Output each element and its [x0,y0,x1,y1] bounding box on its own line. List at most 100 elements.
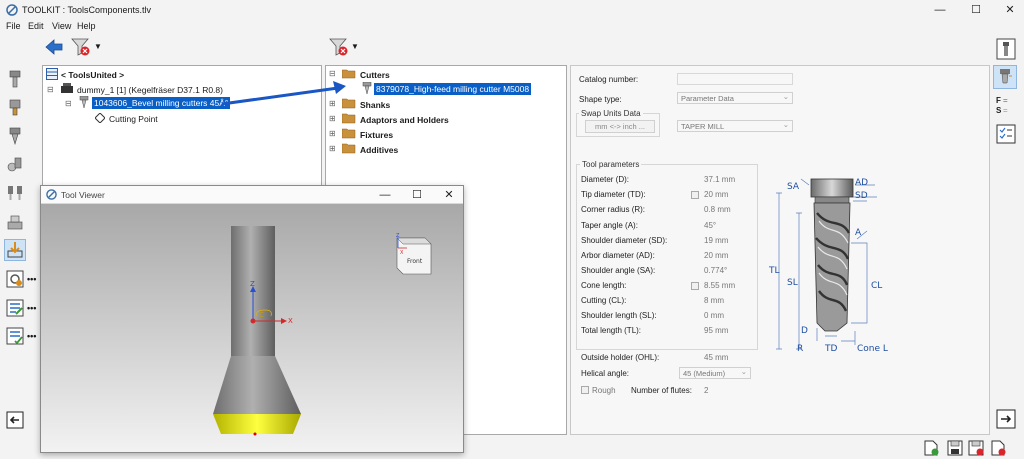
param-value-sa[interactable]: 0.774° [704,266,727,275]
shape-type-label: Shape type: [579,95,622,104]
flutes-label: Number of flutes: [631,386,692,395]
filter-clear-icon[interactable] [70,37,92,57]
mill-type-select[interactable]: TAPER MILL [677,119,793,132]
settings-more-icon[interactable]: ••• [27,274,36,284]
tool-list-edit-button[interactable] [4,297,26,319]
menu-edit[interactable]: Edit [28,21,44,31]
tool-settings-button[interactable] [4,268,26,290]
param-value-cone[interactable]: 8.55 mm [704,281,735,290]
filter-dropdown-icon[interactable]: ▼ [94,42,102,51]
shanks-expand-icon[interactable]: ⊞ [329,99,336,108]
list-edit-more-icon[interactable]: ••• [27,303,36,313]
catalog-number-field[interactable] [677,73,793,85]
dim-ad-label: AD [855,178,868,188]
mill-cutter-icon [362,82,372,95]
menu-view[interactable]: View [52,21,71,31]
maximize-button[interactable]: ☐ [964,2,988,18]
tool-viewer-window[interactable]: Tool Viewer — ☐ ✕ Z X C Front Z X [40,185,464,453]
cutter-icon [79,96,89,109]
tool-checklist-button[interactable] [4,325,26,347]
tool-drill-button[interactable] [4,125,26,147]
tool-dimension-diagram: SA AD SD TL SL A CL D R TD Cone L [768,178,888,354]
menu-help[interactable]: Help [77,21,96,31]
viewer-minimize-button[interactable]: — [373,187,397,203]
additives-expand-icon[interactable]: ⊞ [329,144,336,153]
param-value-sd[interactable]: 19 mm [704,236,728,245]
viewer-titlebar[interactable]: Tool Viewer — ☐ ✕ [41,186,463,204]
properties-panel: Catalog number: Shape type: Parameter Da… [570,65,990,435]
catalog-filter-dropdown-icon[interactable]: ▼ [351,42,359,51]
tool-view-button[interactable] [993,65,1017,89]
ohl-value[interactable]: 45 mm [704,353,728,362]
rough-checkbox[interactable] [581,386,589,394]
collapse-right-button[interactable] [996,409,1016,429]
left-toolbar: ••• ••• ••• [0,62,38,437]
param-value-a[interactable]: 45° [704,221,716,230]
viewer-app-icon [46,189,57,200]
tree-root[interactable]: < ToolsUnited > [61,70,124,80]
tool-pair-button[interactable] [4,182,26,204]
tree-collapse-icon[interactable]: ⊟ [47,85,54,94]
catalog-additives[interactable]: Additives [360,145,398,155]
viewer-3d-canvas[interactable]: Z X C Front Z X [41,204,463,452]
swap-units-button[interactable]: mm <-> inch ... [585,120,655,133]
menu-file[interactable]: File [6,21,21,31]
checklist-more-icon[interactable]: ••• [27,331,36,341]
folder-open-icon [342,69,356,79]
param-value-d[interactable]: 37.1 mm [704,175,735,184]
tool-fixture-button[interactable] [4,211,26,233]
minimize-button[interactable]: — [928,2,952,18]
save-icon[interactable] [947,440,963,456]
fs-toggle-button[interactable]: F = S = [996,96,1016,116]
tool-shank-button[interactable] [4,68,26,90]
param-value-ad[interactable]: 20 mm [704,251,728,260]
helical-select[interactable]: 45 (Medium) [679,366,751,379]
adaptors-expand-icon[interactable]: ⊞ [329,114,336,123]
catalog-shanks[interactable]: Shanks [360,100,390,110]
tree-collapse-icon-2[interactable]: ⊟ [65,99,72,108]
viewer-axis-z: Z [250,280,255,288]
tip-diameter-checkbox[interactable] [691,191,699,199]
catalog-fixtures[interactable]: Fixtures [360,130,393,140]
param-label-td: Tip diameter (TD): [581,190,646,199]
tool-holder-button[interactable] [4,97,26,119]
shape-type-select[interactable]: Parameter Data [677,91,793,104]
ohl-label: Outside holder (OHL): [581,353,660,362]
collapse-left-button[interactable] [4,409,26,431]
tree-cutting-point[interactable]: Cutting Point [109,114,158,124]
cone-length-checkbox[interactable] [691,282,699,290]
back-arrow-icon[interactable] [44,38,64,56]
tree-tool-selected[interactable]: 1043606_Bevel milling cutters 45Â° [92,97,231,109]
cutters-collapse-icon[interactable]: ⊟ [329,69,336,78]
view-cube-z-label: Z [396,233,400,239]
catalog-cutters[interactable]: Cutters [360,70,390,80]
view-cube[interactable]: Front Z X [396,233,432,275]
param-value-r[interactable]: 0.8 mm [704,205,731,214]
viewer-axis-x: X [288,317,293,325]
rough-label[interactable]: Rough [592,386,616,395]
export-icon[interactable] [990,440,1006,456]
param-label-sa: Shoulder angle (SA): [581,266,656,275]
tool-import-button[interactable] [4,239,26,261]
tool-assembly-button[interactable] [4,154,26,176]
tree-assembly[interactable]: dummy_1 [1] (Kegelfräser D37.1 R0.8) [77,85,223,95]
title-bar: TOOLKIT : ToolsComponents.tlv — ☐ ✕ [0,0,1024,20]
menu-bar: File Edit View Help [0,20,1024,34]
s-label: S [996,106,1002,115]
param-value-tl[interactable]: 95 mm [704,326,728,335]
fixtures-expand-icon[interactable]: ⊞ [329,129,336,138]
close-button[interactable]: ✕ [998,2,1022,18]
catalog-filter-clear-icon[interactable] [328,37,350,57]
param-value-sl[interactable]: 0 mm [704,311,724,320]
viewer-close-button[interactable]: ✕ [437,187,461,203]
checklist-view-button[interactable] [996,124,1016,144]
tool-info-icon[interactable] [996,38,1016,60]
catalog-adaptors[interactable]: Adaptors and Holders [360,115,449,125]
new-file-icon[interactable] [923,440,939,456]
param-value-cl[interactable]: 8 mm [704,296,724,305]
viewer-maximize-button[interactable]: ☐ [405,187,429,203]
catalog-selected-cutter[interactable]: 8379078_High-feed milling cutter M5008 [374,83,532,95]
save-as-icon[interactable] [968,440,984,456]
param-value-td[interactable]: 20 mm [704,190,728,199]
flutes-value[interactable]: 2 [704,386,708,395]
